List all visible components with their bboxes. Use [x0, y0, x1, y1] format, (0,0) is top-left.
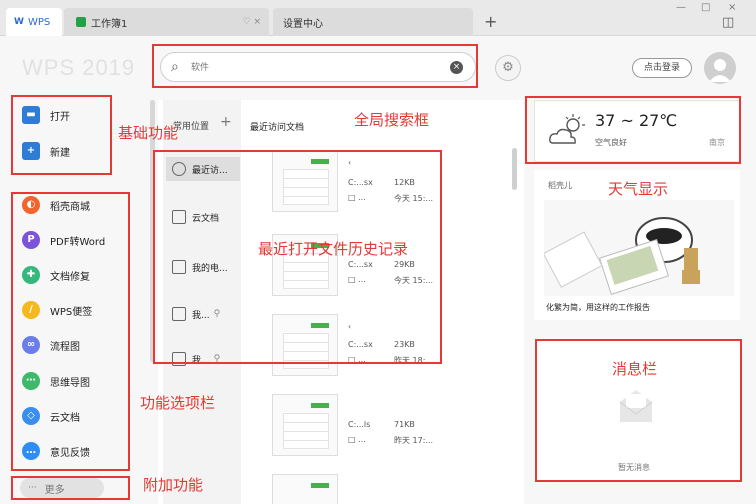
- annotation-features: 功能选项栏: [140, 394, 216, 412]
- annotation-weather: 天气显示: [608, 180, 669, 198]
- sheet-tab-mark: [311, 483, 329, 488]
- title-bar: W WPS 工作簿1 ♡ × 设置中心 + — □ × ◫: [0, 0, 756, 36]
- wps-home-window: W WPS 工作簿1 ♡ × 设置中心 + — □ × ◫ WPS 2019 ⌕…: [0, 0, 756, 504]
- file-path: C:...ls: [348, 420, 371, 429]
- annotation-box-search: [152, 44, 478, 88]
- annotation-search: 全局搜索框: [354, 111, 430, 129]
- tab-workbook-controls[interactable]: ♡ ×: [243, 17, 261, 27]
- gear-icon[interactable]: ⚙: [495, 55, 521, 81]
- close-button[interactable]: ×: [728, 2, 736, 13]
- tab-workbook-label: 工作簿1: [91, 18, 128, 30]
- annotation-basic: 基础功能: [118, 124, 179, 142]
- user-icon: [709, 59, 731, 82]
- add-location-button[interactable]: +: [220, 114, 232, 130]
- tab-wps[interactable]: W WPS: [6, 8, 62, 36]
- tab-workbook[interactable]: 工作簿1 ♡ ×: [64, 8, 269, 36]
- spreadsheet-icon: [76, 17, 86, 27]
- promo-caption: 化繁为简，用这样的工作报告: [546, 303, 650, 312]
- annotation-message: 消息栏: [612, 360, 658, 378]
- avatar[interactable]: [704, 52, 736, 84]
- tab-settings[interactable]: 设置中心: [273, 8, 473, 36]
- locations-header: 常用位置: [173, 122, 210, 132]
- annotation-box-extra: [11, 476, 130, 500]
- annotation-box-basic: [11, 95, 112, 175]
- annotation-box-features: [11, 192, 130, 471]
- promo-brand: 稻壳儿: [548, 181, 572, 190]
- annotation-box-weather: [525, 96, 741, 164]
- recent-header: 最近访问文档: [250, 123, 305, 133]
- file-size: 71KB: [394, 420, 415, 429]
- recent-scrollbar[interactable]: [512, 148, 517, 190]
- sheet-grid: [283, 413, 329, 449]
- tab-settings-label: 设置中心: [283, 18, 323, 30]
- sheet-tab-mark: [311, 403, 329, 408]
- wps-logo-icon: W: [14, 17, 24, 27]
- sidebar-toggle-icon[interactable]: ◫: [722, 15, 734, 30]
- file-thumbnail[interactable]: [272, 394, 338, 456]
- new-tab-button[interactable]: +: [484, 12, 497, 31]
- tab-wps-label: WPS: [27, 16, 51, 28]
- promo-image: [544, 200, 734, 296]
- minimize-button[interactable]: —: [676, 2, 686, 13]
- file-thumbnail[interactable]: [272, 474, 338, 504]
- annotation-history: 最近打开文件历史记录: [258, 240, 409, 258]
- annotation-extra: 附加功能: [143, 476, 204, 494]
- file-time: 昨天 17:...: [394, 436, 434, 445]
- login-button[interactable]: 点击登录: [632, 58, 692, 78]
- maximize-button[interactable]: □: [701, 2, 710, 13]
- app-logo: WPS 2019: [22, 55, 136, 80]
- file-location: □ ...: [348, 435, 366, 444]
